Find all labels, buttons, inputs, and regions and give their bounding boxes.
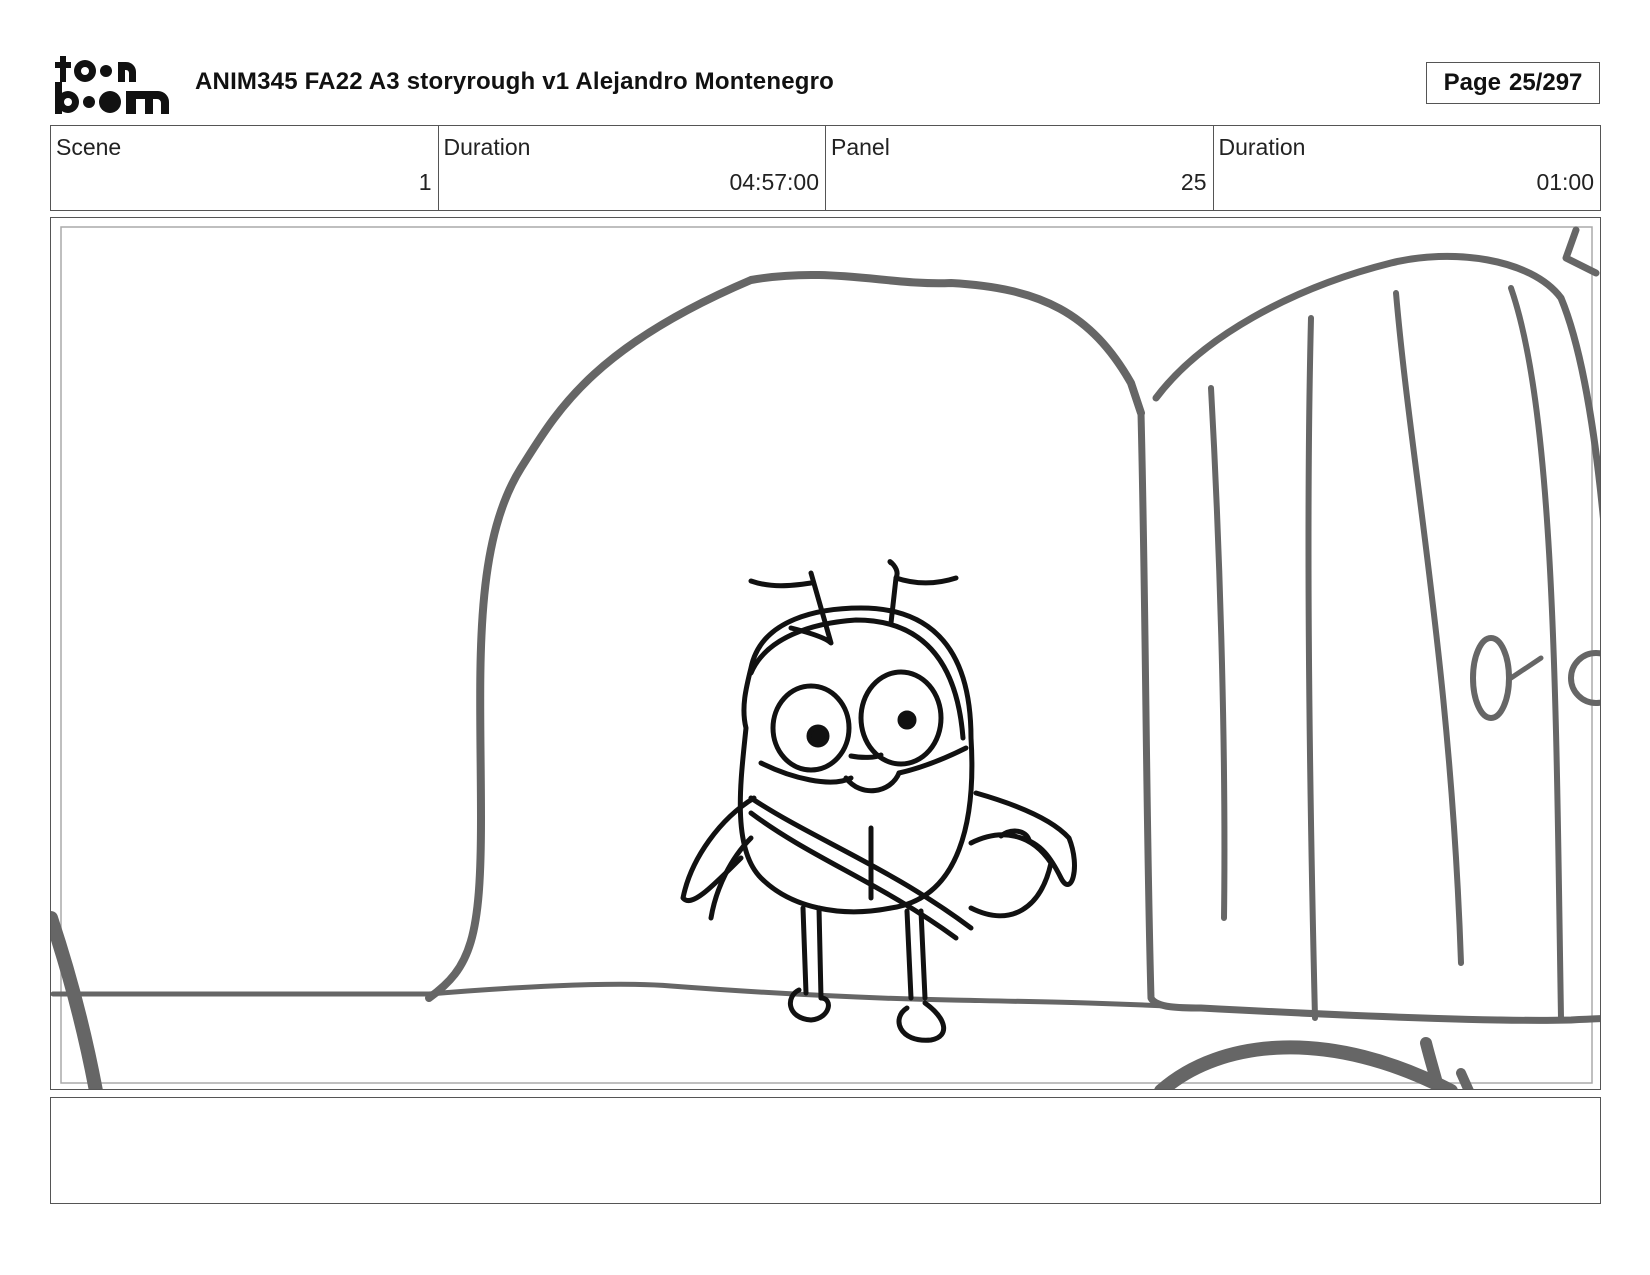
- panel-notes-box: [50, 1097, 1601, 1204]
- safe-frame: [60, 226, 1593, 1084]
- door-plank-4: [1508, 285, 1564, 1021]
- foreground-mark-2: [1456, 1068, 1474, 1089]
- body-inner-line: [748, 617, 966, 741]
- toonboom-logo: [55, 56, 169, 114]
- door-plank-3: [1393, 290, 1464, 966]
- leg-left: [800, 905, 824, 1001]
- door-knob-stem: [1508, 655, 1544, 681]
- page-label: Page: [1443, 69, 1501, 96]
- panel-label: Panel: [831, 134, 890, 160]
- panel-value: 25: [1180, 169, 1207, 195]
- nose: [848, 752, 884, 760]
- background-sketch: [51, 226, 1600, 1089]
- storyboard-panel: [50, 217, 1601, 1090]
- door-hinge-edge: [1137, 409, 1600, 1024]
- panel-info-table: Scene 1 Duration 04:57:00 Panel 25 Durat…: [50, 125, 1601, 211]
- pupil-left: [806, 724, 830, 748]
- satchel-strap: [748, 795, 974, 931]
- panel-sketch: [51, 226, 1600, 1089]
- door-knob: [1470, 635, 1512, 721]
- panel-cell: Panel 25: [826, 126, 1214, 210]
- panel-duration-cell: Duration 01:00: [1214, 126, 1601, 210]
- panel-duration-value: 01:00: [1536, 169, 1594, 195]
- page-indicator: Page 25/297: [1426, 62, 1600, 104]
- scene-value: 1: [418, 169, 432, 195]
- leg-right: [904, 908, 928, 1001]
- antenna-right-tip: [887, 559, 900, 581]
- bag: [968, 832, 1054, 919]
- floor-line: [51, 981, 1204, 1011]
- panel-duration-label: Duration: [1218, 134, 1306, 160]
- scene-duration-label: Duration: [443, 134, 531, 160]
- foot-right: [896, 1000, 947, 1043]
- door-plank-2: [1305, 315, 1318, 1021]
- document-title: ANIM345 FA22 A3 storyrough v1 Alejandro …: [195, 68, 835, 95]
- foreground-arc-left: [51, 911, 103, 1089]
- bug-character: [680, 559, 1077, 1043]
- antenna-right: [888, 575, 959, 626]
- scene-duration-value: 04:57:00: [729, 169, 819, 195]
- antenna-left-tip: [748, 578, 814, 589]
- scene-duration-cell: Duration 04:57:00: [439, 126, 826, 210]
- mouth: [843, 770, 902, 794]
- scene-label: Scene: [56, 134, 122, 160]
- door-plank-1: [1208, 385, 1228, 921]
- scene-cell: Scene 1: [51, 126, 439, 210]
- page-number: 25/297: [1508, 69, 1583, 96]
- satchel-strap-2: [748, 810, 959, 941]
- door-knob-back: [1568, 650, 1600, 706]
- pupil-right: [897, 710, 917, 730]
